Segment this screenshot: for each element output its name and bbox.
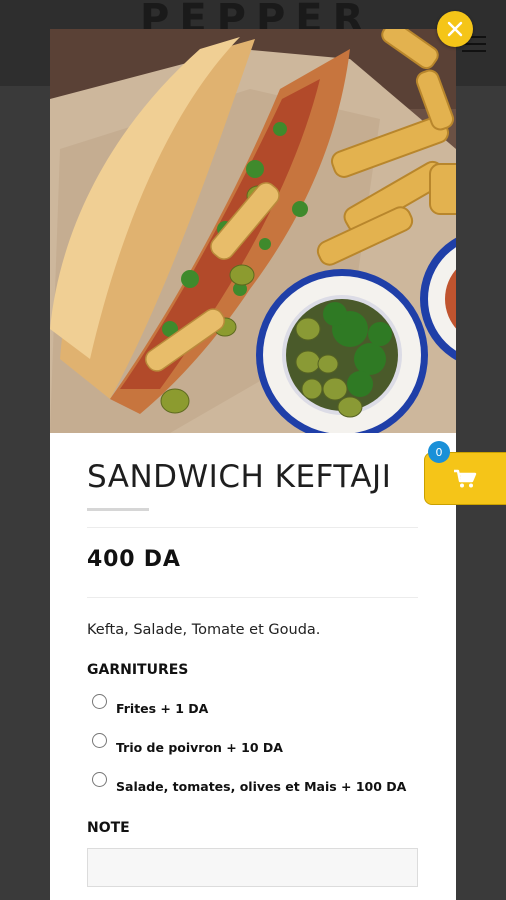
product-image (50, 29, 456, 433)
option-salade[interactable]: Salade, tomates, olives et Mais + 100 DA (92, 772, 406, 794)
radio-button[interactable] (92, 772, 107, 787)
option-frites[interactable]: Frites + 1 DA (92, 694, 208, 716)
option-label: Trio de poivron + 10 DA (116, 740, 283, 755)
product-price: 400 DA (87, 547, 181, 572)
option-trio-poivron[interactable]: Trio de poivron + 10 DA (92, 733, 283, 755)
radio-button[interactable] (92, 733, 107, 748)
close-icon (447, 21, 463, 37)
divider (87, 527, 418, 528)
product-title: SANDWICH KEFTAJI (87, 459, 392, 495)
option-label: Frites + 1 DA (116, 701, 209, 716)
close-button[interactable] (437, 11, 473, 47)
product-modal: SANDWICH KEFTAJI 400 DA Kefta, Salade, T… (50, 29, 456, 900)
option-label: Salade, tomates, olives et Mais + 100 DA (116, 779, 407, 794)
note-input[interactable] (87, 848, 418, 887)
divider (87, 597, 418, 598)
title-underline (87, 508, 149, 511)
cart-icon (454, 469, 477, 487)
radio-button[interactable] (92, 694, 107, 709)
note-label: NOTE (87, 820, 130, 836)
cart-count-badge: 0 (428, 441, 450, 463)
garnitures-label: GARNITURES (87, 662, 189, 678)
product-description: Kefta, Salade, Tomate et Gouda. (87, 622, 321, 638)
